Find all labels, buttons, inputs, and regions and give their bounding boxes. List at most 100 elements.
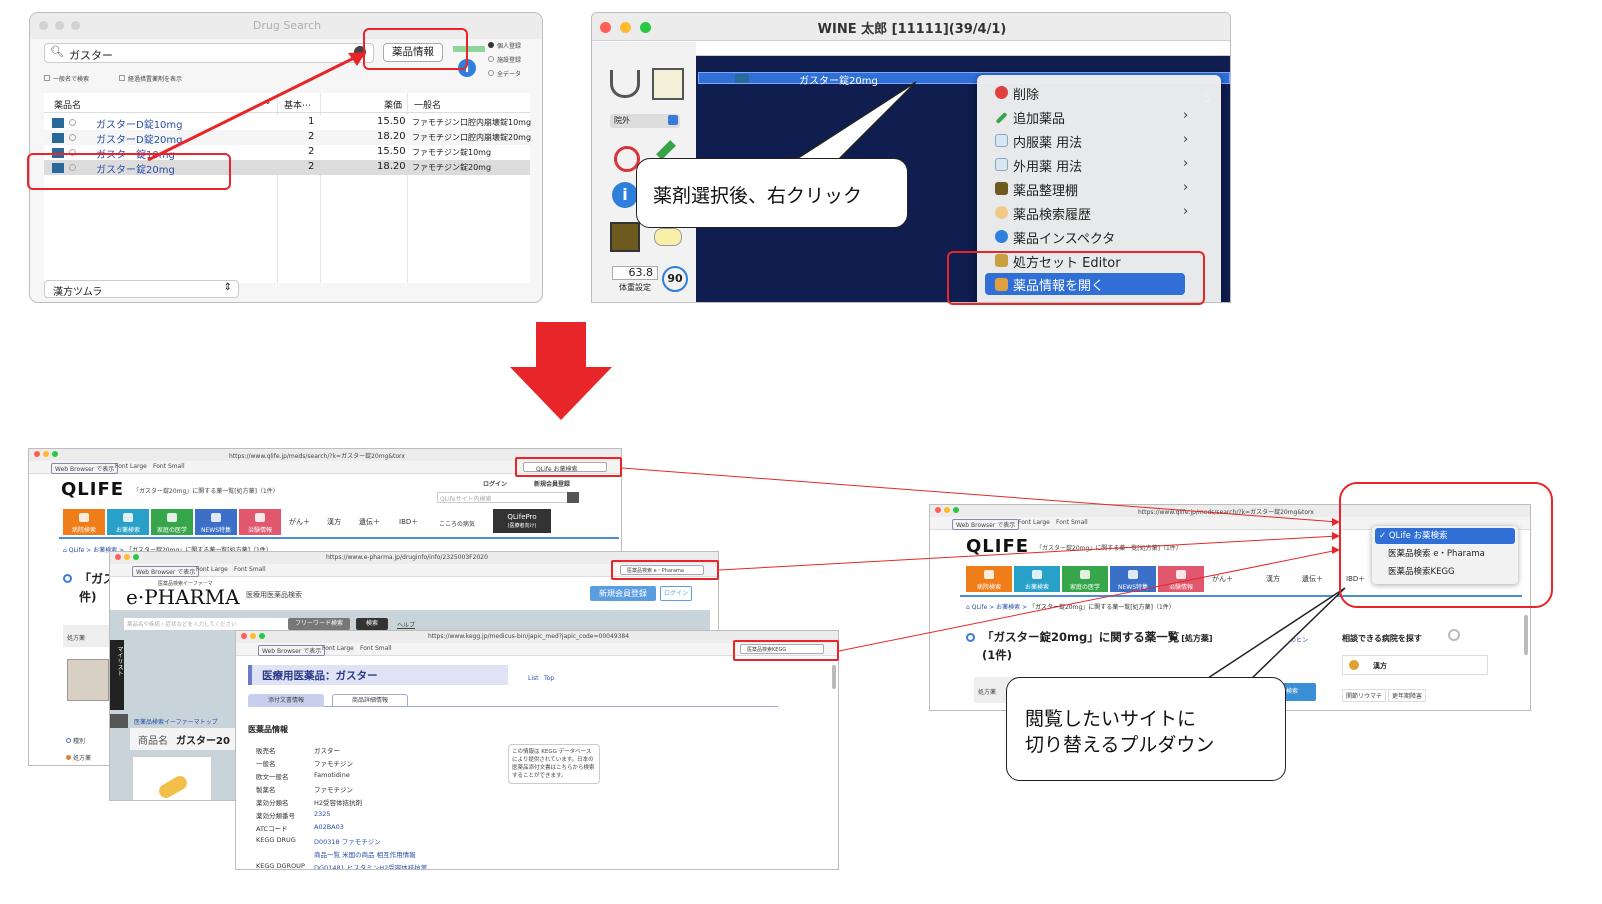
col-name[interactable]: 薬品名: [54, 98, 81, 111]
zoom-icon[interactable]: [133, 554, 139, 560]
nav-news[interactable]: NEWS特集: [195, 509, 237, 535]
tab-review[interactable]: 商品詳細情報: [332, 694, 408, 707]
breadcrumb[interactable]: 医薬品検索イーファーマトップ: [134, 717, 218, 726]
qlife-logo[interactable]: QLIFE: [966, 536, 1029, 557]
nav-cancer[interactable]: がん＋: [1212, 574, 1233, 584]
search-icon[interactable]: [567, 492, 579, 503]
tab-font-small[interactable]: Font Small: [1056, 519, 1088, 526]
radio-facility[interactable]: 施設登録: [488, 55, 521, 64]
speech-icon[interactable]: [654, 228, 682, 246]
nav-mental[interactable]: こころの病気: [439, 519, 475, 528]
prescription-radio[interactable]: 処方薬: [66, 753, 91, 762]
top-link[interactable]: Top: [544, 675, 554, 682]
scrollbar[interactable]: [832, 665, 836, 689]
bottom-select[interactable]: 漢方ツムラ ⇕: [44, 280, 239, 298]
tab-font-large[interactable]: Font Large: [196, 566, 228, 573]
close-icon[interactable]: [34, 451, 40, 457]
menu-item-add-drug[interactable]: 追加薬品 ›: [995, 108, 1215, 128]
in-out-select[interactable]: 院外: [610, 114, 680, 128]
side-tag-menopause[interactable]: 更年期障害: [1388, 689, 1427, 702]
minimize-icon[interactable]: [250, 633, 256, 639]
nav-hospital[interactable]: 病院検索: [966, 566, 1012, 592]
table-row[interactable]: ガスターD錠10mg 1 15.50 ファモチジン口腔内崩壊錠10mg: [44, 115, 531, 131]
hint-link[interactable]: のヒン: [1290, 635, 1308, 644]
nav-hospital[interactable]: 病院検索: [63, 509, 105, 535]
check-exclude[interactable]: 経過措置薬剤を表示: [119, 74, 182, 83]
menu-item-delete[interactable]: 削除: [995, 84, 1215, 104]
tab-font-large[interactable]: Font Large: [115, 463, 147, 470]
scrollbar[interactable]: [1524, 615, 1528, 655]
qlife-logo[interactable]: QLIFE: [61, 479, 124, 500]
kegg-value[interactable]: 2325: [314, 810, 331, 818]
side-item-kampo[interactable]: 漢方: [1342, 655, 1488, 675]
search-button[interactable]: 検索: [356, 618, 388, 630]
tab-attached[interactable]: 添付文書情報: [248, 694, 324, 707]
register-link[interactable]: 新規会員登録: [534, 479, 570, 488]
nav-kampo[interactable]: 漢方: [327, 517, 341, 527]
col-generic[interactable]: 一般名: [414, 98, 441, 111]
freeword-select[interactable]: フリーワード検索: [288, 618, 350, 630]
photo-icon[interactable]: [610, 222, 640, 252]
menu-item-drug-shelf[interactable]: 薬品整理棚 ›: [995, 180, 1215, 200]
gauge-icon[interactable]: 90: [662, 266, 688, 292]
side-tag-rheumatism[interactable]: 関節リウマチ: [1342, 689, 1387, 702]
nav-qlifepro[interactable]: QLifePro (医療者向け): [493, 509, 551, 533]
tab-font-small[interactable]: Font Small: [360, 645, 392, 652]
kegg-value[interactable]: A02BA03: [314, 823, 344, 831]
mylist-tab[interactable]: マイリスト: [110, 640, 124, 710]
table-row[interactable]: ガスターD錠20mg 2 18.20 ファモチジン口腔内崩壊錠20mg: [44, 130, 531, 146]
nav-kampo[interactable]: 漢方: [1266, 574, 1280, 584]
help-link[interactable]: ヘルプ: [397, 620, 415, 629]
nav-medicine[interactable]: お薬検索: [1014, 566, 1060, 592]
col-price[interactable]: 薬価: [384, 98, 402, 111]
nav-ibd[interactable]: IBD＋: [399, 517, 418, 527]
nav-genetics[interactable]: 遺伝＋: [1302, 574, 1323, 584]
login-link[interactable]: ログイン: [483, 479, 507, 488]
check-generic[interactable]: 一般名で検索: [44, 74, 89, 83]
tab-web-browser[interactable]: Web Browser で表示: [51, 463, 119, 474]
menu-item-internal-usage[interactable]: 内服薬 用法 ›: [995, 132, 1215, 152]
list-link[interactable]: List: [528, 675, 539, 682]
tab-font-small[interactable]: Font Small: [234, 566, 266, 573]
epharma-search-input[interactable]: 薬品名や疾病・症状などを入力してください: [124, 618, 294, 630]
syringe-icon[interactable]: [656, 140, 676, 160]
nav-family[interactable]: 家庭の医学: [151, 509, 193, 535]
nav-family[interactable]: 家庭の医学: [1062, 566, 1108, 592]
menu-item-inspector[interactable]: 薬品インスペクタ: [995, 228, 1215, 248]
close-icon[interactable]: [115, 554, 121, 560]
nav-news[interactable]: NEWS特集: [1110, 566, 1156, 592]
kegg-value[interactable]: DG01481 ヒスタミンH2受容体拮抗薬: [314, 862, 427, 869]
close-icon[interactable]: [935, 507, 941, 513]
minimize-icon[interactable]: [124, 554, 130, 560]
radio-personal[interactable]: 個人登録: [488, 41, 521, 50]
tab-font-large[interactable]: Font Large: [1018, 519, 1050, 526]
nav-trial[interactable]: 治験情報: [239, 509, 281, 535]
nav-cancer[interactable]: がん＋: [289, 517, 310, 527]
tab-font-small[interactable]: Font Small: [153, 463, 185, 470]
menu-item-search-history[interactable]: 薬品検索履歴 ›: [995, 204, 1215, 224]
radio-all[interactable]: 全データ: [488, 69, 521, 78]
tab-web-browser[interactable]: Web Browser で表示: [952, 519, 1020, 530]
zoom-icon[interactable]: [52, 451, 58, 457]
search-input[interactable]: 🔍︎ ガスター: [44, 43, 374, 63]
nav-trial[interactable]: 治験情報: [1158, 566, 1204, 592]
zoom-icon[interactable]: [259, 633, 265, 639]
qlife-search-input[interactable]: QLifeサイト内検索: [437, 492, 579, 503]
kegg-value[interactable]: D00318 ファモチジン: [314, 836, 381, 846]
info-icon[interactable]: i: [612, 182, 638, 208]
epharma-logo[interactable]: e·PHARMA: [126, 585, 240, 609]
close-icon[interactable]: [241, 633, 247, 639]
login-button[interactable]: ログイン: [660, 586, 692, 601]
col-basic[interactable]: 基本⋯: [284, 98, 311, 111]
tab-web-browser[interactable]: Web Browser で表示: [258, 645, 326, 656]
register-button[interactable]: 新規会員登録: [590, 586, 656, 601]
mortar-icon[interactable]: [610, 70, 640, 98]
minimize-icon[interactable]: [944, 507, 950, 513]
nav-medicine[interactable]: お薬検索: [107, 509, 149, 535]
menu-item-external-usage[interactable]: 外用薬 用法 ›: [995, 156, 1215, 176]
weight-value[interactable]: 63.8: [612, 266, 658, 280]
minimize-icon[interactable]: [43, 451, 49, 457]
zoom-icon[interactable]: [953, 507, 959, 513]
tab-web-browser[interactable]: Web Browser で表示: [132, 566, 200, 577]
nav-genetics[interactable]: 遺伝＋: [359, 517, 380, 527]
